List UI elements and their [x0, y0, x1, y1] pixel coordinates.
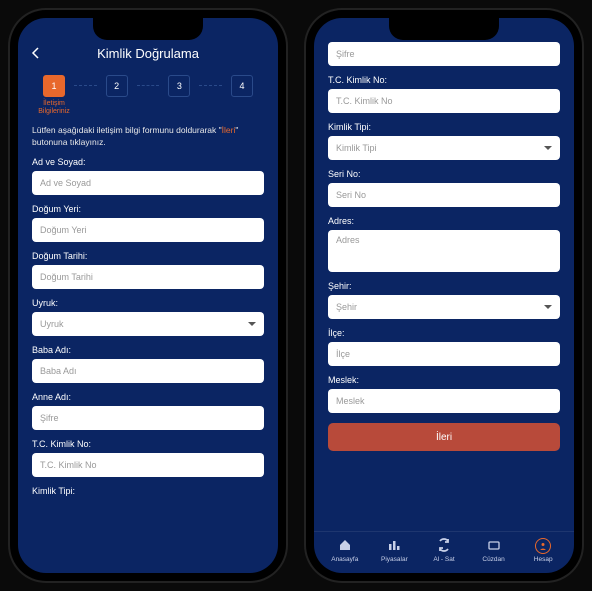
idtype-label: Kimlik Tipi: — [328, 122, 560, 132]
serial-input[interactable]: Seri No — [328, 183, 560, 207]
step-connector — [199, 85, 222, 86]
idtype-label: Kimlik Tipi: — [32, 486, 264, 496]
nav-label: Al - Sat — [433, 556, 454, 563]
nav-account[interactable]: Hesap — [518, 538, 568, 563]
notch — [389, 18, 499, 40]
home-icon — [338, 538, 352, 554]
stepper: 1 İletişimBilgileriniz 2 3 4 — [18, 69, 278, 119]
step-1-label: İletişimBilgileriniz — [34, 100, 74, 117]
city-select[interactable]: Şehir — [328, 295, 560, 319]
bars-icon — [387, 538, 401, 554]
screen-right: Şifre T.C. Kimlik No: T.C. Kimlik No Kim… — [314, 18, 574, 573]
nationality-label: Uyruk: — [32, 298, 264, 308]
screen-left: Kimlik Doğrulama 1 İletişimBilgileriniz … — [18, 18, 278, 573]
tc-label: T.C. Kimlik No: — [328, 75, 560, 85]
next-button[interactable]: İleri — [328, 423, 560, 451]
tc-input[interactable]: T.C. Kimlik No — [328, 89, 560, 113]
step-connector — [137, 85, 160, 86]
fullname-input[interactable]: Ad ve Soyad — [32, 171, 264, 195]
idtype-select[interactable]: Kimlik Tipi — [328, 136, 560, 160]
bottom-nav: Anasayfa Piyasalar Al - Sat Cüzdan — [314, 531, 574, 573]
birthdate-label: Doğum Tarihi: — [32, 251, 264, 261]
exchange-icon — [437, 538, 451, 554]
nav-wallet[interactable]: Cüzdan — [469, 538, 519, 563]
step-connector — [74, 85, 97, 86]
district-input[interactable]: İlçe — [328, 342, 560, 366]
nav-label: Piyasalar — [381, 556, 408, 563]
chevron-down-icon — [544, 146, 552, 150]
address-textarea[interactable]: Adres — [328, 230, 560, 272]
step-4[interactable]: 4 — [231, 75, 253, 97]
birthplace-input[interactable]: Doğum Yeri — [32, 218, 264, 242]
mothername-input[interactable]: Şifre — [32, 406, 264, 430]
password-input[interactable]: Şifre — [328, 42, 560, 66]
city-label: Şehir: — [328, 281, 560, 291]
nationality-select[interactable]: Uyruk — [32, 312, 264, 336]
nav-label: Anasayfa — [331, 556, 358, 563]
birthplace-label: Doğum Yeri: — [32, 204, 264, 214]
user-icon — [535, 538, 551, 554]
fathername-input[interactable]: Baba Adı — [32, 359, 264, 383]
profession-input[interactable]: Meslek — [328, 389, 560, 413]
nav-home[interactable]: Anasayfa — [320, 538, 370, 563]
chevron-down-icon — [248, 322, 256, 326]
phone-frame-left: Kimlik Doğrulama 1 İletişimBilgileriniz … — [10, 10, 286, 581]
fullname-label: Ad ve Soyad: — [32, 157, 264, 167]
step-1[interactable]: 1 — [43, 75, 65, 97]
notch — [93, 18, 203, 40]
mothername-label: Anne Adı: — [32, 392, 264, 402]
step-2[interactable]: 2 — [106, 75, 128, 97]
profession-label: Meslek: — [328, 375, 560, 385]
back-button[interactable] — [30, 46, 42, 64]
nav-trade[interactable]: Al - Sat — [419, 538, 469, 563]
nav-markets[interactable]: Piyasalar — [370, 538, 420, 563]
nav-label: Cüzdan — [482, 556, 504, 563]
chevron-left-icon — [30, 47, 42, 59]
nav-label: Hesap — [534, 556, 553, 563]
chevron-down-icon — [544, 305, 552, 309]
tc-label: T.C. Kimlik No: — [32, 439, 264, 449]
form-area: Şifre T.C. Kimlik No: T.C. Kimlik No Kim… — [314, 18, 574, 531]
step-3[interactable]: 3 — [168, 75, 190, 97]
tc-input[interactable]: T.C. Kimlik No — [32, 453, 264, 477]
fathername-label: Baba Adı: — [32, 345, 264, 355]
page-title: Kimlik Doğrulama — [97, 46, 199, 61]
form-area: Ad ve Soyad: Ad ve Soyad Doğum Yeri: Doğ… — [18, 157, 278, 573]
serial-label: Seri No: — [328, 169, 560, 179]
phone-frame-right: Şifre T.C. Kimlik No: T.C. Kimlik No Kim… — [306, 10, 582, 581]
district-label: İlçe: — [328, 328, 560, 338]
wallet-icon — [487, 538, 501, 554]
instructions-text: Lütfen aşağıdaki iletişim bilgi formunu … — [18, 119, 278, 157]
birthdate-input[interactable]: Doğum Tarihi — [32, 265, 264, 289]
address-label: Adres: — [328, 216, 560, 226]
